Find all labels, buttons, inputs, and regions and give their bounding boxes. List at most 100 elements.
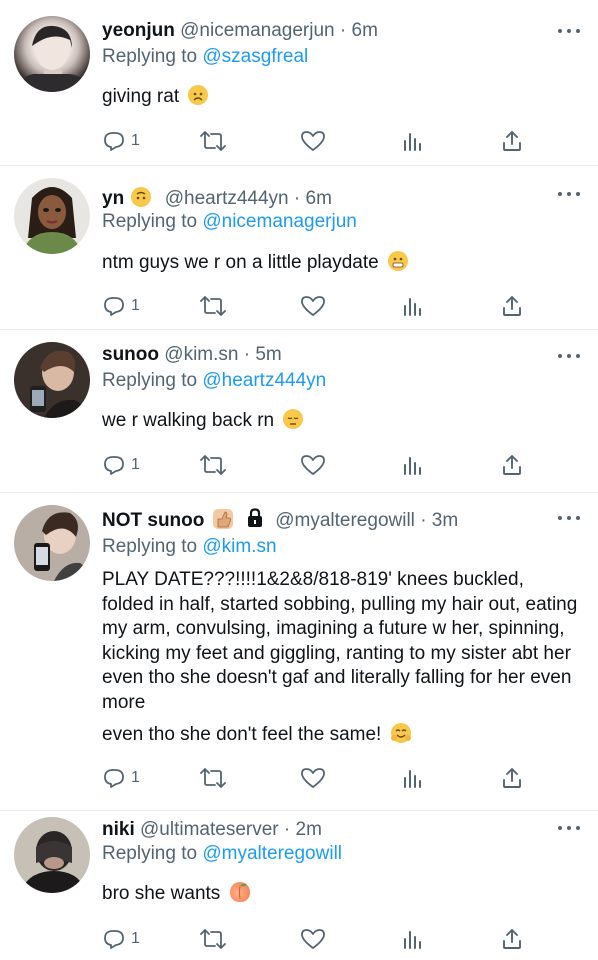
reply-to-mention[interactable]: @szasgfreal xyxy=(202,46,308,67)
lock-icon xyxy=(246,508,264,534)
hugging-face-emoji xyxy=(390,723,411,743)
more-options-icon[interactable] xyxy=(558,26,580,36)
reply-to-mention[interactable]: @myalteregowill xyxy=(202,843,342,864)
more-options-icon[interactable] xyxy=(558,189,580,199)
more-options-icon[interactable] xyxy=(558,351,580,361)
tweet-actions: 1 xyxy=(102,128,542,154)
like-button[interactable] xyxy=(300,293,326,319)
reply-count: 1 xyxy=(131,297,140,314)
retweet-button[interactable] xyxy=(200,765,226,791)
username[interactable]: @nicemanagerjun xyxy=(180,20,335,41)
like-button[interactable] xyxy=(300,765,326,791)
reply-button[interactable]: 1 xyxy=(102,926,140,952)
retweet-icon xyxy=(200,929,226,949)
grimacing-face-emoji xyxy=(387,251,408,271)
upside-down-face-emoji xyxy=(131,187,152,207)
share-button[interactable] xyxy=(500,765,524,791)
share-button[interactable] xyxy=(500,128,524,154)
reply-to-mention[interactable]: @nicemanagerjun xyxy=(202,211,357,232)
reply-count: 1 xyxy=(131,930,140,947)
replying-to-label: Replying to xyxy=(102,536,198,557)
more-options-icon[interactable] xyxy=(558,513,580,523)
timestamp[interactable]: 6m xyxy=(352,20,378,41)
like-button[interactable] xyxy=(300,452,326,478)
timestamp[interactable]: 6m xyxy=(306,188,332,209)
thumbs-up-emoji xyxy=(212,509,233,529)
share-button[interactable] xyxy=(500,926,524,952)
analytics-icon xyxy=(404,931,421,949)
retweet-icon xyxy=(200,131,226,151)
share-button[interactable] xyxy=(500,293,524,319)
tweet-text: bro she wants xyxy=(102,882,580,907)
separator: · xyxy=(339,20,347,41)
avatar[interactable] xyxy=(14,342,90,418)
heart-icon xyxy=(301,455,325,475)
timestamp[interactable]: 3m xyxy=(432,510,458,531)
avatar[interactable] xyxy=(14,505,90,581)
share-button[interactable] xyxy=(500,452,524,478)
username[interactable]: @myalteregowill xyxy=(275,510,415,531)
username[interactable]: @heartz444yn xyxy=(165,188,289,209)
tweet[interactable]: niki @ultimateserver · 2m Replying to @m… xyxy=(0,811,598,960)
analytics-icon xyxy=(404,298,421,316)
timestamp[interactable]: 2m xyxy=(296,819,322,840)
share-icon xyxy=(503,296,521,316)
tweet-text-content-2: even tho she don't feel the same! xyxy=(102,724,382,745)
tweet[interactable]: yeonjun @nicemanagerjun · 6m Replying to… xyxy=(0,0,598,166)
display-name[interactable]: NOT sunoo xyxy=(102,510,204,531)
share-icon xyxy=(503,768,521,788)
timestamp[interactable]: 5m xyxy=(255,344,281,365)
analytics-button[interactable] xyxy=(402,926,424,952)
tweet-header: yeonjun @nicemanagerjun · 6m xyxy=(102,18,548,44)
reply-button[interactable]: 1 xyxy=(102,452,140,478)
reply-to-mention[interactable]: @heartz444yn xyxy=(202,370,326,391)
tweet-text-content: giving rat xyxy=(102,86,180,107)
tweet[interactable]: yn @heartz444yn · 6m Replying to @nicema… xyxy=(0,166,598,330)
share-icon xyxy=(503,455,521,475)
heart-icon xyxy=(301,131,325,151)
username[interactable]: @ultimateserver xyxy=(140,819,279,840)
analytics-button[interactable] xyxy=(402,293,424,319)
heart-icon xyxy=(301,929,325,949)
username[interactable]: @kim.sn xyxy=(164,344,238,365)
reply-icon xyxy=(104,297,124,316)
replying-to-label: Replying to xyxy=(102,843,198,864)
display-name[interactable]: sunoo xyxy=(102,344,159,365)
analytics-button[interactable] xyxy=(402,128,424,154)
separator: · xyxy=(283,819,291,840)
tweet-actions: 1 xyxy=(102,452,542,478)
reply-button[interactable]: 1 xyxy=(102,765,140,791)
tweet-actions: 1 xyxy=(102,293,542,319)
reply-to-mention[interactable]: @kim.sn xyxy=(202,536,276,557)
tweet-header: sunoo @kim.sn · 5m xyxy=(102,342,548,368)
like-button[interactable] xyxy=(300,926,326,952)
tweet[interactable]: sunoo @kim.sn · 5m Replying to @heartz44… xyxy=(0,330,598,493)
retweet-button[interactable] xyxy=(200,926,226,952)
avatar[interactable] xyxy=(14,178,90,254)
display-name[interactable]: niki xyxy=(102,819,135,840)
retweet-button[interactable] xyxy=(200,452,226,478)
retweet-button[interactable] xyxy=(200,293,226,319)
reply-count: 1 xyxy=(131,769,140,786)
tweet-text-content: bro she wants xyxy=(102,883,221,904)
like-button[interactable] xyxy=(300,128,326,154)
retweet-icon xyxy=(200,455,226,475)
reply-button[interactable]: 1 xyxy=(102,293,140,319)
retweet-button[interactable] xyxy=(200,128,226,154)
analytics-button[interactable] xyxy=(402,765,424,791)
avatar[interactable] xyxy=(14,817,90,893)
share-icon xyxy=(503,131,521,151)
analytics-button[interactable] xyxy=(402,452,424,478)
replying-to-label: Replying to xyxy=(102,370,198,391)
display-name[interactable]: yn xyxy=(102,188,124,209)
separator: · xyxy=(243,344,251,365)
analytics-icon xyxy=(404,133,421,151)
tweet[interactable]: NOT sunoo @myalteregowill · 3m Replying … xyxy=(0,493,598,811)
worried-face-emoji xyxy=(188,85,209,105)
more-options-icon[interactable] xyxy=(558,823,580,833)
avatar[interactable] xyxy=(14,16,90,92)
reply-button[interactable]: 1 xyxy=(102,128,140,154)
tweet-text-content: PLAY DATE???!!!!1&2&8/818-819' knees buc… xyxy=(102,569,578,713)
display-name[interactable]: yeonjun xyxy=(102,20,175,41)
replying-to-label: Replying to xyxy=(102,46,198,67)
